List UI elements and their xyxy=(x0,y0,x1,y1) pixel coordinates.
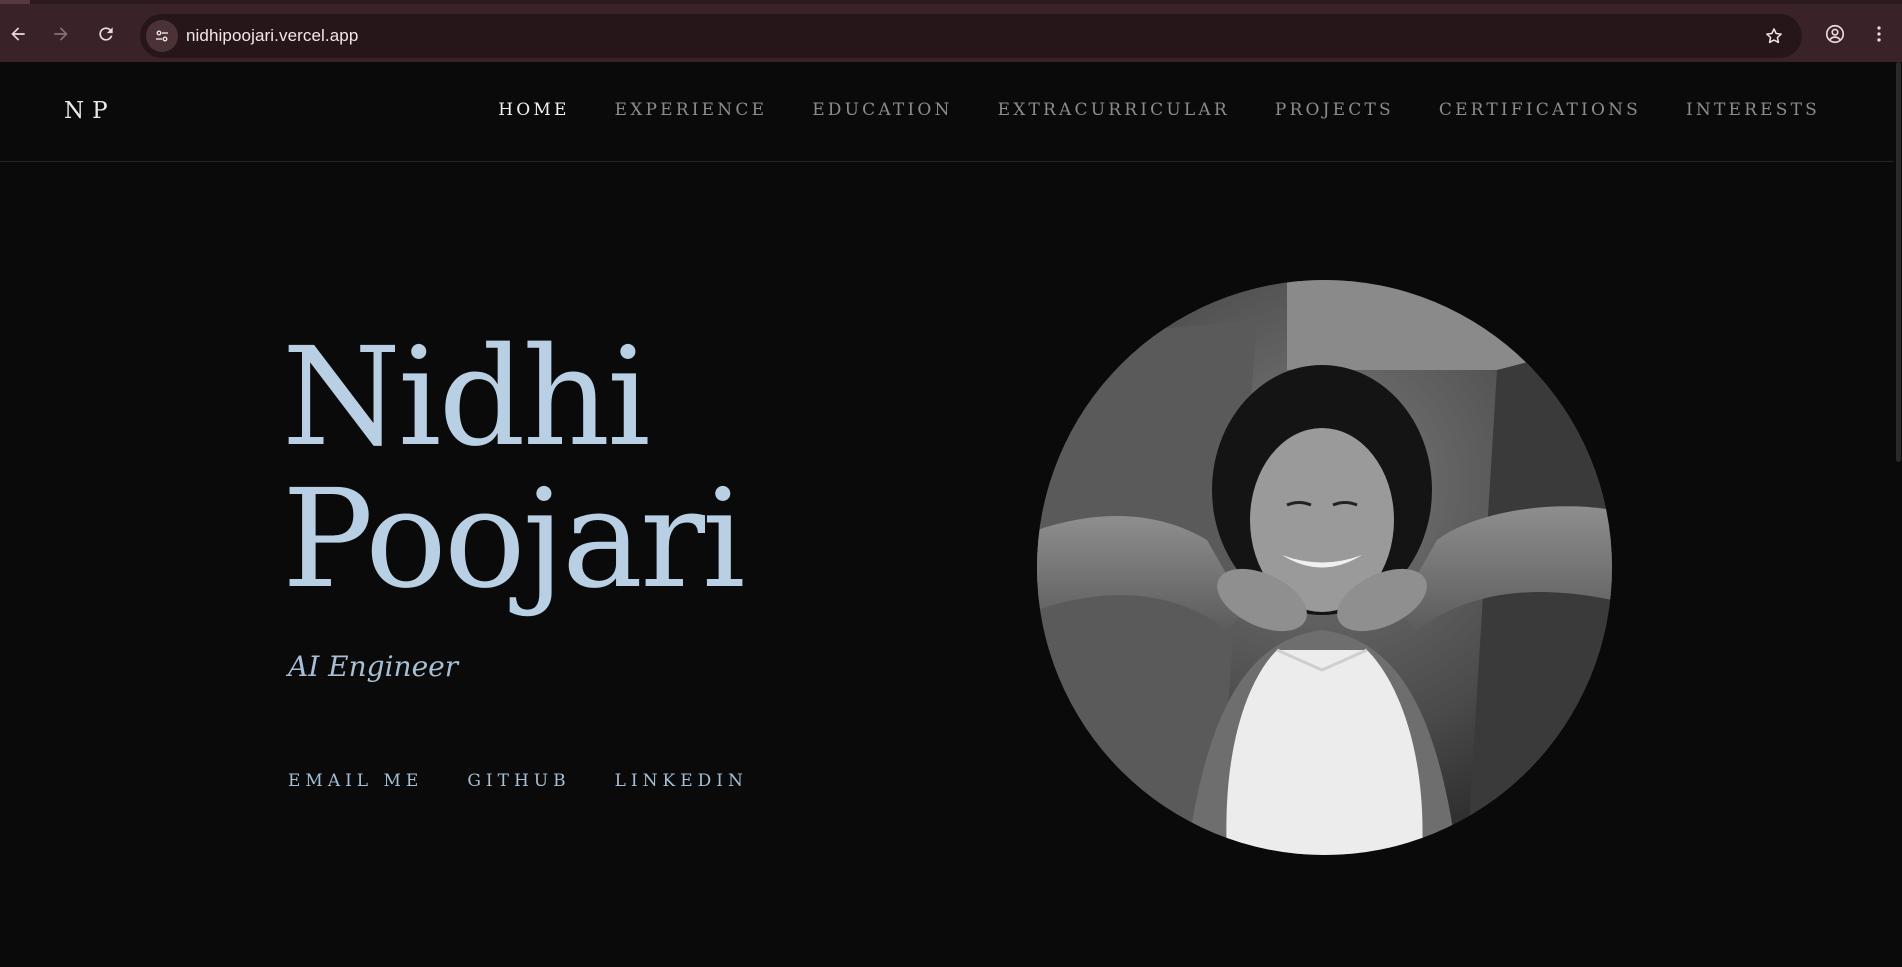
hero-links: EMAIL ME GITHUB LINKEDIN xyxy=(288,771,748,791)
bookmark-button[interactable] xyxy=(1760,22,1788,50)
hero-first-name: Nidhi xyxy=(282,319,651,477)
site-header: NP HOME EXPERIENCE EDUCATION EXTRACURRIC… xyxy=(0,62,1902,162)
tune-icon xyxy=(156,30,168,42)
browser-menu-button[interactable] xyxy=(1864,19,1894,49)
page-scrollbar[interactable] xyxy=(1894,62,1902,967)
more-vert-icon xyxy=(1877,26,1881,42)
address-bar[interactable]: nidhipoojari.vercel.app xyxy=(140,14,1802,58)
tab-strip xyxy=(0,0,30,4)
profile-button[interactable] xyxy=(1820,19,1850,49)
arrow-left-icon xyxy=(11,27,25,41)
star-icon xyxy=(1766,28,1782,44)
reload-button[interactable] xyxy=(90,18,122,50)
site-logo[interactable]: NP xyxy=(64,98,116,124)
reload-icon xyxy=(99,27,113,41)
browser-toolbar: nidhipoojari.vercel.app xyxy=(0,0,1902,62)
account-circle-icon xyxy=(1825,24,1845,44)
nav-experience[interactable]: EXPERIENCE xyxy=(615,100,768,120)
nav-certifications[interactable]: CERTIFICATIONS xyxy=(1439,100,1641,120)
nav-education[interactable]: EDUCATION xyxy=(812,100,952,120)
hero-name: Nidhi Poojari xyxy=(282,319,746,619)
url-text[interactable]: nidhipoojari.vercel.app xyxy=(186,26,358,46)
scrollbar-thumb[interactable] xyxy=(1896,62,1901,462)
arrow-right-icon xyxy=(54,27,68,41)
back-button[interactable] xyxy=(2,18,34,50)
linkedin-link[interactable]: LINKEDIN xyxy=(615,771,748,791)
nav-extracurricular[interactable]: EXTRACURRICULAR xyxy=(998,100,1230,120)
email-me-link[interactable]: EMAIL ME xyxy=(288,771,423,791)
nav-home[interactable]: HOME xyxy=(498,100,569,120)
nav-interests[interactable]: INTERESTS xyxy=(1686,100,1820,120)
hero-role: AI Engineer xyxy=(288,650,459,683)
profile-photo xyxy=(1037,280,1612,855)
hero-last-name: Poojari xyxy=(282,461,746,619)
portrait-illustration xyxy=(1037,280,1612,855)
nav-projects[interactable]: PROJECTS xyxy=(1275,100,1394,120)
hero-section: Nidhi Poojari AI Engineer EMAIL ME GITHU… xyxy=(0,163,1902,967)
github-link[interactable]: GITHUB xyxy=(467,771,570,791)
forward-button[interactable] xyxy=(45,18,77,50)
main-nav: HOME EXPERIENCE EDUCATION EXTRACURRICULA… xyxy=(498,100,1820,120)
site-info-button[interactable] xyxy=(146,20,178,52)
